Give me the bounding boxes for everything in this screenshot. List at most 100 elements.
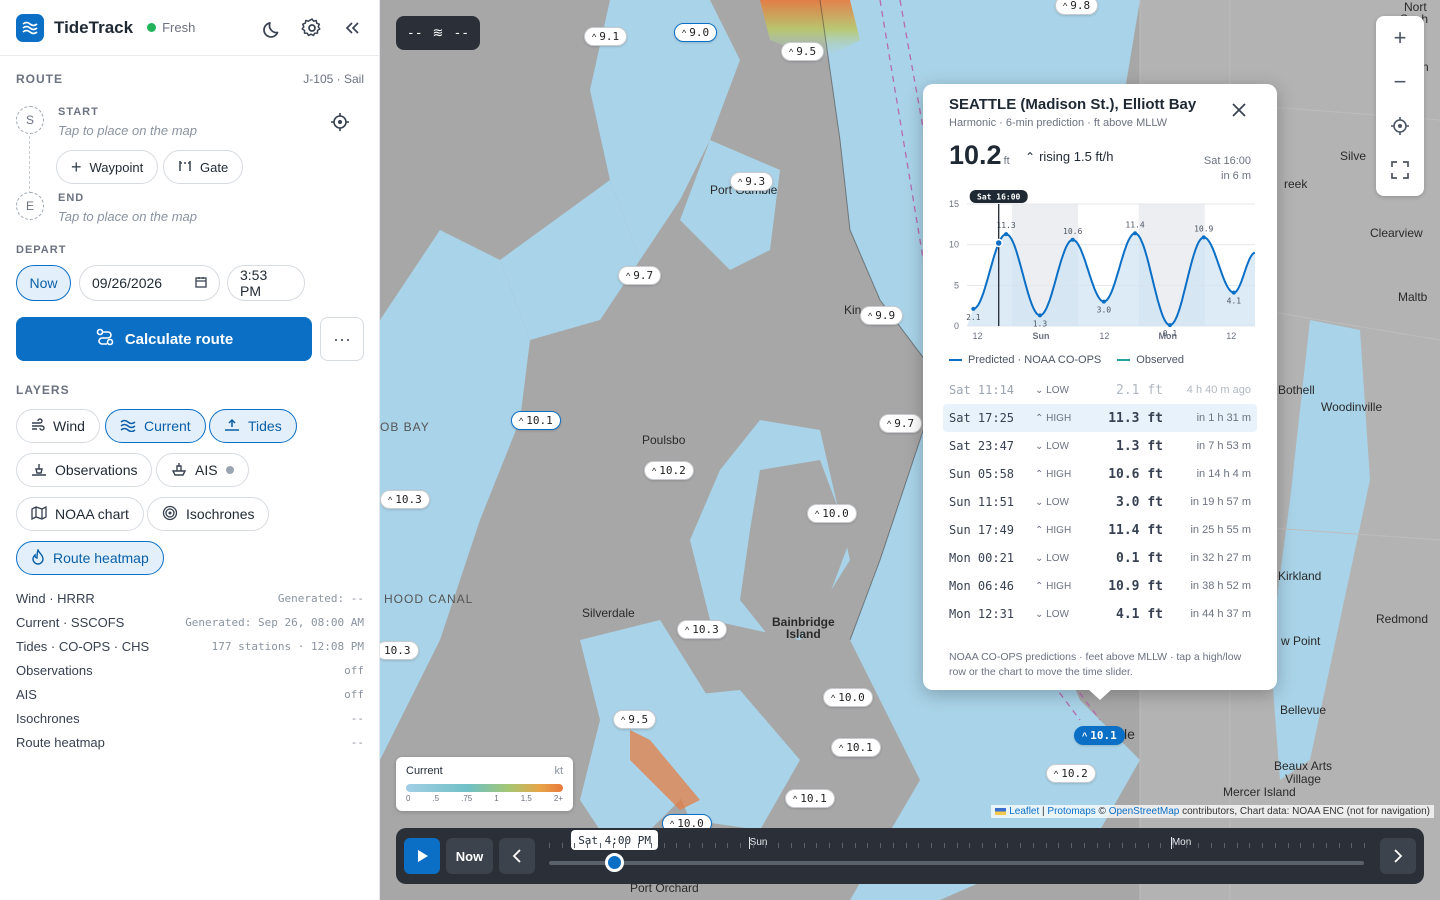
extreme-relative: in 32 h 27 m: [1190, 552, 1251, 564]
zoom-in-button[interactable]: +: [1376, 16, 1424, 60]
vessel-profile[interactable]: J-105 · Sail: [303, 72, 364, 86]
extreme-kind: ⌄ LOW: [1035, 385, 1093, 396]
tide-extreme-row[interactable]: Mon 06:46 ⌃ HIGH 10.9 ft in 38 h 52 m: [943, 572, 1257, 600]
chevron-right-icon: [1394, 849, 1403, 863]
timeline-hour-tick: [1071, 843, 1073, 848]
tide-tag[interactable]: ^ 9.1: [584, 27, 628, 46]
tide-tag[interactable]: ^ 10.0: [807, 504, 857, 523]
step-back-button[interactable]: [499, 838, 535, 874]
route-icon: [95, 327, 115, 351]
timeline-hour-tick: [969, 843, 971, 848]
layer-ais-toggle[interactable]: AIS: [156, 453, 249, 487]
timeline-handle[interactable]: [605, 853, 625, 872]
tide-trend: ⌃ rising 1.5 ft/h: [1025, 149, 1114, 164]
tide-extreme-row[interactable]: Mon 00:21 ⌄ LOW 0.1 ft in 32 h 27 m: [943, 544, 1257, 572]
tide-tag[interactable]: ^ 10.1: [511, 411, 561, 430]
collapse-sidebar-icon[interactable]: [341, 17, 363, 39]
attribution-osm-link[interactable]: OpenStreetMap: [1109, 806, 1180, 817]
layer-current-toggle[interactable]: Current: [105, 409, 206, 443]
tide-tag[interactable]: ^ 9.8: [1055, 0, 1099, 15]
extreme-height: 10.6 ft: [1108, 466, 1163, 482]
layer-isochrones-toggle[interactable]: Isochrones: [147, 497, 270, 531]
chart-extreme-point: [971, 306, 976, 311]
locate-start-icon[interactable]: [330, 112, 350, 137]
calculate-route-button[interactable]: Calculate route: [16, 317, 312, 361]
chart-x-tick: 12: [1226, 331, 1236, 341]
layer-observations-toggle[interactable]: Observations: [16, 453, 153, 487]
tide-extreme-row[interactable]: Sat 17:25 ⌃ HIGH 11.3 ft in 1 h 31 m: [943, 404, 1257, 432]
start-stop[interactable]: S START Tap to place on the map: [16, 106, 197, 138]
tide-tag[interactable]: ^ 9.5: [613, 710, 657, 729]
depart-time-input[interactable]: 3:53 PM: [227, 265, 305, 301]
ais-status-dot-icon: [225, 466, 234, 474]
timeline-hour-tick: [867, 843, 869, 848]
extreme-kind: ⌃ HIGH: [1035, 469, 1093, 480]
moon-icon[interactable]: [261, 17, 283, 39]
close-popup-button[interactable]: [1227, 98, 1251, 122]
attribution-protomaps-link[interactable]: Protomaps: [1047, 806, 1095, 817]
tide-tag[interactable]: ^ 9.7: [618, 266, 662, 285]
tide-tag[interactable]: ^ 9.3: [730, 172, 774, 191]
extreme-height: 3.0 ft: [1116, 494, 1163, 510]
tide-tag[interactable]: ^ 9.9: [860, 306, 904, 325]
calendar-icon[interactable]: [195, 275, 207, 291]
route-heading: ROUTE J-105 · Sail: [16, 72, 364, 86]
tide-tag[interactable]: ^ 10.3: [677, 620, 727, 639]
gear-icon[interactable]: [301, 17, 323, 39]
zoom-out-button[interactable]: −: [1376, 60, 1424, 104]
fullscreen-button[interactable]: [1376, 148, 1424, 192]
timeline-hour-tick: [994, 843, 996, 848]
tide-tag[interactable]: 10.3: [380, 641, 419, 660]
timeline-hour-tick: [1160, 843, 1162, 848]
locate-me-button[interactable]: [1376, 104, 1424, 148]
more-options-button[interactable]: ···: [320, 317, 364, 361]
wind-readout-chip[interactable]: -- ≋ --: [396, 16, 480, 50]
tide-tag[interactable]: ^ 9.0: [674, 23, 718, 42]
extreme-time: Sun 05:58: [949, 467, 1015, 481]
layer-route-heatmap-toggle[interactable]: Route heatmap: [16, 541, 164, 575]
timeline-hour-tick: [1223, 843, 1225, 848]
play-button[interactable]: [404, 838, 440, 874]
layer-wind-toggle[interactable]: Wind: [16, 409, 100, 443]
depart-now-button[interactable]: Now: [16, 265, 71, 301]
tide-tag[interactable]: ^ 10.0: [823, 688, 873, 707]
tide-tag[interactable]: ^ 10.2: [1046, 764, 1096, 783]
tide-chart[interactable]: 05101512 Sun 12 Mon 122.111.31.310.63.011.40…: [937, 190, 1263, 350]
start-marker[interactable]: S: [16, 106, 44, 134]
tide-tag[interactable]: ^ 9.5: [781, 42, 825, 61]
data-freshness-badge: Fresh: [147, 20, 195, 35]
end-label: END: [58, 192, 85, 204]
timeline-now-button[interactable]: Now: [446, 838, 493, 874]
layer-status-row: Current · SSCOFS Generated: Sep 26, 08:00…: [16, 610, 364, 634]
tide-tag[interactable]: ^ 9.7: [879, 414, 923, 433]
layer-tides-toggle[interactable]: Tides: [209, 409, 297, 443]
map-label-silver: Silve: [1340, 149, 1367, 163]
tide-tag-selected[interactable]: ^ 10.1: [1074, 726, 1125, 745]
isochrones-icon: [162, 505, 178, 524]
map[interactable]: Port Gamble Kin Poulsbo Silverdale Bainb…: [380, 0, 1440, 900]
tide-extreme-row[interactable]: Sat 11:14 ⌄ LOW 2.1 ft 4 h 40 m ago: [943, 376, 1257, 404]
layer-noaa-chart-toggle[interactable]: NOAA chart: [16, 497, 144, 531]
end-stop[interactable]: E END Tap to place on the map: [16, 192, 197, 224]
tide-extreme-row[interactable]: Sun 11:51 ⌄ LOW 3.0 ft in 19 h 57 m: [943, 488, 1257, 516]
tide-extreme-row[interactable]: Sun 17:49 ⌃ HIGH 11.4 ft in 25 h 55 m: [943, 516, 1257, 544]
attribution-leaflet-link[interactable]: Leaflet: [1009, 806, 1039, 817]
add-gate-button[interactable]: Gate: [163, 150, 244, 184]
tide-tag[interactable]: ^ 10.1: [831, 738, 881, 757]
step-forward-button[interactable]: [1380, 838, 1416, 874]
time-slider-bar: Now Sat 4:00 PM Sun Mon: [396, 828, 1424, 884]
map-label-bainbridge: Bainbridge Island: [772, 615, 835, 641]
extreme-height: 11.4 ft: [1108, 522, 1163, 538]
tide-extreme-row[interactable]: Mon 12:31 ⌄ LOW 4.1 ft in 44 h 37 m: [943, 600, 1257, 628]
tide-tag[interactable]: ^ 10.2: [644, 461, 694, 480]
tide-extreme-row[interactable]: Sun 05:58 ⌃ HIGH 10.6 ft in 14 h 4 m: [943, 460, 1257, 488]
tide-tag[interactable]: ^ 10.3: [380, 490, 430, 509]
extreme-time: Sat 23:47: [949, 439, 1015, 453]
tide-tag[interactable]: ^ 10.1: [785, 789, 835, 808]
tide-extreme-row[interactable]: Sat 23:47 ⌄ LOW 1.3 ft in 7 h 53 m: [943, 432, 1257, 460]
depart-date-input[interactable]: 09/26/2026: [79, 265, 220, 301]
map-attribution: Leaflet | Protomaps © OpenStreetMap cont…: [991, 805, 1434, 818]
timeline-track[interactable]: [549, 861, 1364, 865]
end-marker[interactable]: E: [16, 192, 44, 220]
add-waypoint-button[interactable]: + Waypoint: [56, 150, 159, 184]
